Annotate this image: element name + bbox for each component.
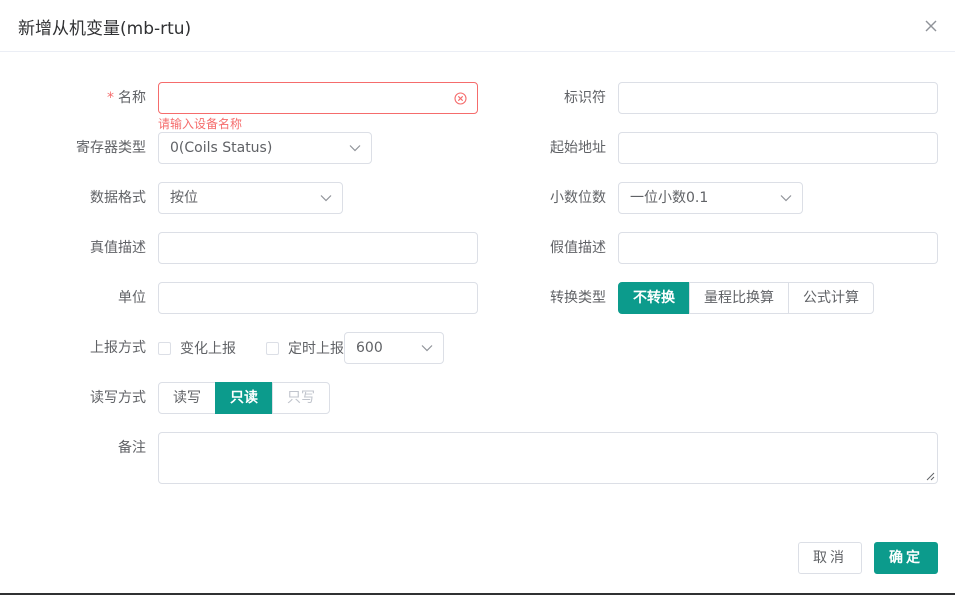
chevron-down-icon [320, 195, 332, 202]
dialog-title: 新增从机变量(mb-rtu) [18, 19, 192, 39]
rw-option-read-write[interactable]: 读写 [158, 382, 216, 414]
conversion-option-formula[interactable]: 公式计算 [788, 282, 874, 314]
remark-textarea[interactable] [158, 432, 938, 484]
false-desc-label: 假值描述 [550, 240, 606, 256]
rw-option-write-only: 只写 [272, 382, 330, 414]
report-timed-checkbox[interactable]: 定时上报 [266, 332, 344, 364]
conversion-type-group: 不转换 量程比换算 公式计算 [618, 282, 874, 314]
chevron-down-icon [780, 195, 792, 202]
dialog-header: 新增从机变量(mb-rtu) [0, 0, 955, 52]
report-on-change-checkbox[interactable]: 变化上报 [158, 332, 236, 364]
chevron-down-icon [421, 345, 433, 352]
required-mark: * [107, 90, 114, 106]
name-error-message: 请输入设备名称 [158, 117, 243, 131]
conversion-option-none[interactable]: 不转换 [618, 282, 690, 314]
decimal-places-label: 小数位数 [550, 190, 606, 206]
checkbox-box [158, 341, 171, 355]
data-format-select[interactable]: 按位 [158, 182, 343, 214]
decimal-places-select[interactable]: 一位小数0.1 [618, 182, 803, 214]
rw-mode-label: 读写方式 [90, 390, 146, 406]
close-icon[interactable] [923, 18, 939, 34]
rw-mode-group: 读写 只读 只写 [158, 382, 330, 414]
conversion-type-label: 转换类型 [550, 290, 606, 306]
cancel-button[interactable]: 取消 [798, 542, 862, 574]
unit-input[interactable] [158, 282, 478, 314]
data-format-label: 数据格式 [90, 190, 146, 206]
chevron-down-icon [349, 145, 361, 152]
true-desc-label: 真值描述 [90, 240, 146, 256]
register-type-select[interactable]: 0(Coils Status) [158, 132, 372, 164]
resize-handle-icon[interactable] [925, 471, 935, 481]
confirm-button[interactable]: 确定 [874, 542, 938, 574]
false-desc-input[interactable] [618, 232, 938, 264]
report-interval-select[interactable]: 600 [344, 332, 444, 364]
remark-label: 备注 [118, 440, 146, 456]
name-label: * 名称 [107, 90, 146, 106]
rw-option-read-only[interactable]: 只读 [215, 382, 273, 414]
register-type-label: 寄存器类型 [76, 140, 146, 156]
report-mode-label: 上报方式 [90, 340, 146, 356]
add-slave-variable-dialog: 新增从机变量(mb-rtu) * 名称 请输入设备名称 标识符 寄存器类型 0(C… [0, 0, 955, 595]
identifier-input[interactable] [618, 82, 938, 114]
start-address-label: 起始地址 [550, 140, 606, 156]
start-address-input[interactable] [618, 132, 938, 164]
identifier-label: 标识符 [564, 90, 606, 106]
true-desc-input[interactable] [158, 232, 478, 264]
checkbox-box [266, 341, 279, 355]
conversion-option-range[interactable]: 量程比换算 [689, 282, 789, 314]
name-input[interactable] [158, 82, 478, 114]
unit-label: 单位 [118, 290, 146, 306]
